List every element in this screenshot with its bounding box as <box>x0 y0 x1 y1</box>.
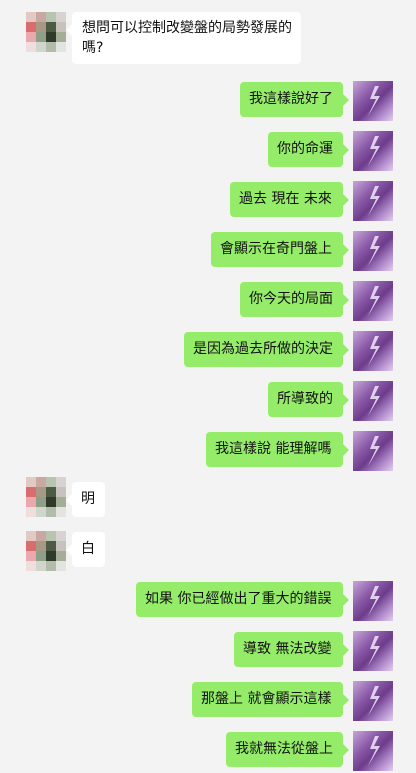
self-avatar[interactable] <box>353 231 393 271</box>
message-text: 導致 無法改變 <box>243 641 332 657</box>
message-text-line-2: 嗎? <box>82 40 104 56</box>
message-bubble[interactable]: 明 <box>66 482 105 517</box>
purple-lightning-avatar-icon <box>368 686 380 716</box>
message-text: 如果 你已經做出了重大的錯誤 <box>145 591 332 607</box>
purple-lightning-avatar-icon <box>368 636 380 666</box>
pixelated-contact-avatar-icon <box>26 12 66 52</box>
message-text: 我這樣說好了 <box>249 91 333 107</box>
message-bubble[interactable]: 白 <box>66 532 105 567</box>
purple-lightning-avatar-icon <box>368 386 380 416</box>
purple-lightning-avatar-icon <box>368 336 380 366</box>
message-bubble[interactable]: 我這樣說 能理解嗎 <box>206 432 349 467</box>
pixelated-contact-avatar-icon <box>26 531 66 571</box>
self-avatar[interactable] <box>353 431 393 471</box>
contact-avatar[interactable] <box>26 12 66 52</box>
self-avatar[interactable] <box>353 681 393 721</box>
purple-lightning-avatar-icon <box>368 186 380 216</box>
message-bubble[interactable]: 會顯示在奇門盤上 <box>211 232 349 267</box>
message-bubble[interactable]: 所導致的 <box>268 382 349 417</box>
message-text: 所導致的 <box>277 391 333 407</box>
message-bubble[interactable]: 如果 你已經做出了重大的錯誤 <box>136 582 349 617</box>
message-bubble[interactable]: 我就無法從盤上 <box>226 732 349 767</box>
message-bubble[interactable]: 那盤上 就會顯示這樣 <box>192 682 349 717</box>
message-bubble[interactable]: 過去 現在 未來 <box>230 182 349 217</box>
purple-lightning-avatar-icon <box>368 286 380 316</box>
purple-lightning-avatar-icon <box>368 586 380 616</box>
message-text: 是因為過去所做的決定 <box>193 341 333 357</box>
contact-avatar[interactable] <box>26 477 66 517</box>
message-bubble[interactable]: 導致 無法改變 <box>234 632 349 667</box>
message-text: 我這樣說 能理解嗎 <box>215 441 332 457</box>
message-text: 那盤上 就會顯示這樣 <box>201 691 332 707</box>
message-text: 我就無法從盤上 <box>235 741 333 757</box>
purple-lightning-avatar-icon <box>368 236 380 266</box>
message-text: 明 <box>81 491 95 507</box>
message-bubble[interactable]: 想問可以控制改變盤的局勢發展的 嗎? <box>66 12 301 64</box>
self-avatar[interactable] <box>353 731 393 771</box>
purple-lightning-avatar-icon <box>368 86 380 116</box>
message-bubble[interactable]: 你的命運 <box>268 132 349 167</box>
message-bubble[interactable]: 是因為過去所做的決定 <box>184 332 349 367</box>
message-text: 會顯示在奇門盤上 <box>220 241 332 257</box>
message-text: 你今天的局面 <box>249 291 333 307</box>
purple-lightning-avatar-icon <box>368 436 380 466</box>
self-avatar[interactable] <box>353 631 393 671</box>
message-bubble[interactable]: 我這樣說好了 <box>240 82 349 117</box>
message-text: 過去 現在 未來 <box>239 191 332 207</box>
self-avatar[interactable] <box>353 381 393 421</box>
self-avatar[interactable] <box>353 281 393 321</box>
contact-avatar[interactable] <box>26 531 66 571</box>
message-text: 白 <box>81 541 95 557</box>
message-text-line-1: 想問可以控制改變盤的局勢發展的 <box>82 20 292 36</box>
self-avatar[interactable] <box>353 131 393 171</box>
self-avatar[interactable] <box>353 581 393 621</box>
self-avatar[interactable] <box>353 181 393 221</box>
message-bubble[interactable]: 你今天的局面 <box>240 282 349 317</box>
purple-lightning-avatar-icon <box>368 736 380 766</box>
pixelated-contact-avatar-icon <box>26 477 66 517</box>
self-avatar[interactable] <box>353 331 393 371</box>
self-avatar[interactable] <box>353 81 393 121</box>
message-text: 你的命運 <box>277 141 333 157</box>
purple-lightning-avatar-icon <box>368 136 380 166</box>
